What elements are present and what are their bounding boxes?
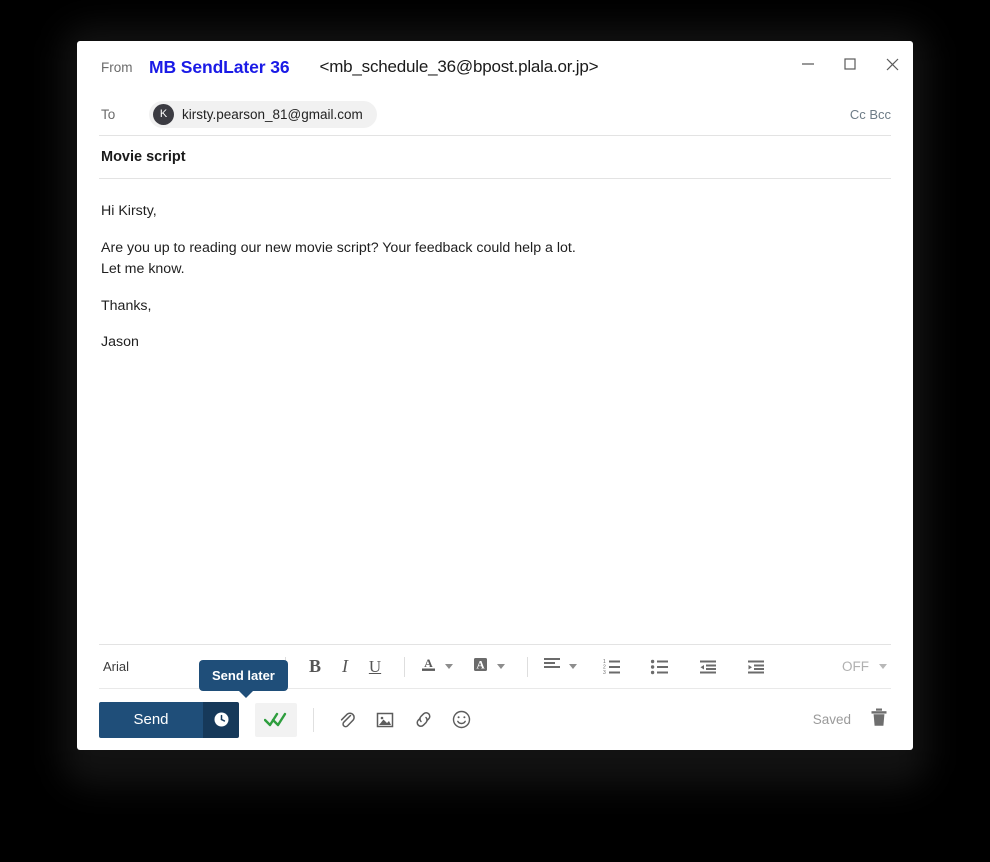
- track-changes-state: OFF: [842, 659, 869, 674]
- cc-bcc-toggle[interactable]: Cc Bcc: [850, 107, 891, 122]
- insert-link-button[interactable]: [406, 703, 440, 737]
- send-later-tooltip: Send later: [199, 660, 288, 698]
- confirm-send-button[interactable]: [255, 702, 297, 737]
- body-line-2: Are you up to reading our new movie scri…: [101, 239, 576, 256]
- recipient-email: kirsty.pearson_81@gmail.com: [182, 106, 363, 122]
- message-body[interactable]: Hi Kirsty, Are you up to reading our new…: [77, 179, 913, 644]
- close-button[interactable]: [871, 41, 913, 87]
- chevron-down-icon: [497, 664, 505, 669]
- compose-window: From MB SendLater 36 <mb_schedule_36@bpo…: [77, 41, 913, 750]
- text-style-group: B I U: [300, 652, 390, 682]
- window-controls: [787, 41, 913, 87]
- toolbar-separator-3: [527, 656, 528, 677]
- align-left-icon: [542, 655, 562, 678]
- action-bar: Send later Send Saved: [99, 660, 891, 750]
- font-family-select[interactable]: Arial: [99, 659, 209, 674]
- align-control[interactable]: [542, 655, 577, 678]
- send-button[interactable]: Send: [99, 701, 203, 738]
- toolbar-separator-2: [404, 656, 405, 677]
- body-line-1: Hi Kirsty,: [101, 203, 157, 219]
- underline-button[interactable]: U: [360, 652, 390, 682]
- maximize-button[interactable]: [829, 41, 871, 87]
- to-row: To K kirsty.pearson_81@gmail.com Cc Bcc: [77, 93, 913, 135]
- chevron-down-icon: [445, 664, 453, 669]
- increase-indent-button[interactable]: [739, 650, 773, 684]
- bold-button[interactable]: B: [300, 652, 330, 682]
- svg-text:A: A: [424, 656, 433, 670]
- bullet-list-button[interactable]: [643, 650, 677, 684]
- highlight-color-control[interactable]: A: [471, 655, 505, 679]
- discard-draft-button[interactable]: [869, 707, 889, 733]
- subject-field[interactable]: Movie script: [77, 136, 913, 178]
- from-label: From: [101, 59, 133, 75]
- to-label: To: [101, 106, 116, 122]
- from-email-address[interactable]: <mb_schedule_36@bpost.plala.or.jp>: [319, 57, 598, 77]
- text-color-icon: A: [419, 655, 438, 679]
- saved-status: Saved: [812, 712, 851, 727]
- track-changes-toggle[interactable]: OFF: [842, 659, 891, 674]
- send-button-group: Send: [99, 701, 239, 738]
- recipient-chip[interactable]: K kirsty.pearson_81@gmail.com: [149, 100, 377, 128]
- avatar: K: [153, 103, 174, 125]
- chevron-down-icon: [569, 664, 577, 669]
- screenshot-stage: From MB SendLater 36 <mb_schedule_36@bpo…: [0, 0, 990, 862]
- text-color-control[interactable]: A: [419, 655, 453, 679]
- insert-emoji-button[interactable]: [444, 703, 478, 737]
- attach-file-button[interactable]: [330, 703, 364, 737]
- action-separator: [313, 707, 314, 732]
- svg-text:3: 3: [603, 670, 606, 676]
- decrease-indent-button[interactable]: [691, 650, 725, 684]
- body-line-3: Let me know.: [101, 261, 185, 278]
- numbered-list-button[interactable]: 123: [595, 650, 629, 684]
- from-row: From MB SendLater 36 <mb_schedule_36@bpo…: [77, 41, 913, 93]
- chevron-down-icon: [879, 664, 887, 669]
- insert-image-button[interactable]: [368, 703, 402, 737]
- highlight-color-icon: A: [471, 655, 490, 679]
- body-line-5: Jason: [101, 334, 139, 351]
- svg-text:A: A: [476, 659, 485, 671]
- from-display-name[interactable]: MB SendLater 36: [149, 57, 290, 78]
- minimize-button[interactable]: [787, 41, 829, 87]
- send-later-button[interactable]: [203, 701, 239, 738]
- body-line-4: Thanks,: [101, 297, 152, 314]
- italic-button[interactable]: I: [330, 652, 360, 682]
